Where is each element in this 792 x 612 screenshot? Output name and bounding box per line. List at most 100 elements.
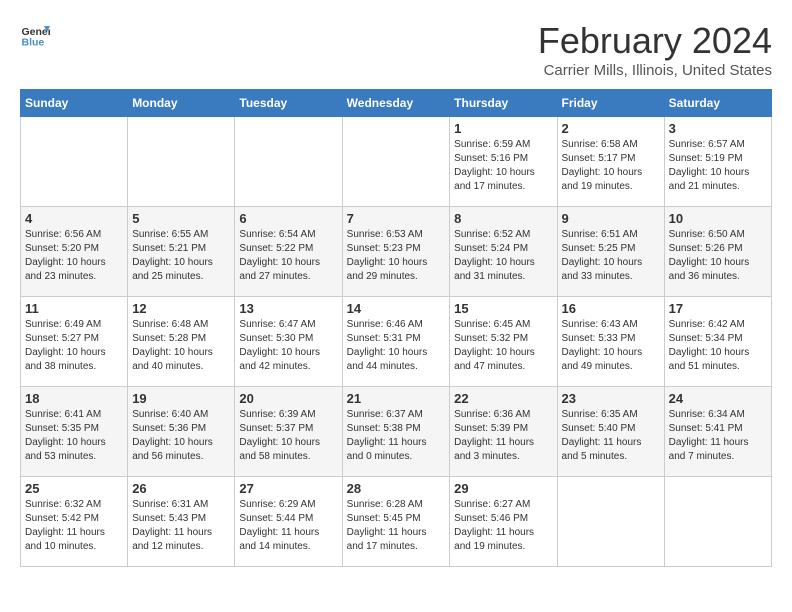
day-number: 6 (239, 211, 337, 226)
day-number: 9 (562, 211, 660, 226)
day-info: Sunrise: 6:52 AMSunset: 5:24 PMDaylight:… (454, 228, 552, 284)
day-number: 2 (562, 121, 660, 136)
day-info: Sunrise: 6:45 AMSunset: 5:32 PMDaylight:… (454, 318, 552, 374)
day-info: Sunrise: 6:50 AMSunset: 5:26 PMDaylight:… (669, 228, 767, 284)
day-number: 27 (239, 481, 337, 496)
day-number: 28 (347, 481, 446, 496)
day-number: 25 (25, 481, 123, 496)
day-info: Sunrise: 6:27 AMSunset: 5:46 PMDaylight:… (454, 498, 552, 554)
calendar-week-row: 25Sunrise: 6:32 AMSunset: 5:42 PMDayligh… (21, 477, 772, 567)
day-number: 4 (25, 211, 123, 226)
weekday-header: Sunday (21, 90, 128, 117)
calendar-cell: 21 Sunrise: 6:37 AMSunset: 5:38 PMDayligh… (342, 387, 450, 477)
day-number: 24 (669, 391, 767, 406)
day-number: 8 (454, 211, 552, 226)
day-info: Sunrise: 6:59 AMSunset: 5:16 PMDaylight:… (454, 138, 552, 194)
day-info: Sunrise: 6:43 AMSunset: 5:33 PMDaylight:… (562, 318, 660, 374)
day-number: 20 (239, 391, 337, 406)
calendar-cell: 8 Sunrise: 6:52 AMSunset: 5:24 PMDaylight… (450, 207, 557, 297)
day-number: 22 (454, 391, 552, 406)
weekday-header: Friday (557, 90, 664, 117)
calendar-cell (235, 117, 342, 207)
day-number: 15 (454, 301, 552, 316)
calendar-cell: 13 Sunrise: 6:47 AMSunset: 5:30 PMDayligh… (235, 297, 342, 387)
calendar-cell: 24 Sunrise: 6:34 AMSunset: 5:41 PMDayligh… (664, 387, 771, 477)
calendar-cell: 14 Sunrise: 6:46 AMSunset: 5:31 PMDayligh… (342, 297, 450, 387)
day-number: 23 (562, 391, 660, 406)
day-info: Sunrise: 6:29 AMSunset: 5:44 PMDaylight:… (239, 498, 337, 554)
logo: General Blue (20, 20, 50, 50)
calendar-cell: 20 Sunrise: 6:39 AMSunset: 5:37 PMDayligh… (235, 387, 342, 477)
calendar-cell: 7 Sunrise: 6:53 AMSunset: 5:23 PMDaylight… (342, 207, 450, 297)
day-info: Sunrise: 6:57 AMSunset: 5:19 PMDaylight:… (669, 138, 767, 194)
day-info: Sunrise: 6:46 AMSunset: 5:31 PMDaylight:… (347, 318, 446, 374)
day-info: Sunrise: 6:31 AMSunset: 5:43 PMDaylight:… (132, 498, 230, 554)
logo-icon: General Blue (20, 20, 50, 50)
calendar-week-row: 4 Sunrise: 6:56 AMSunset: 5:20 PMDaylight… (21, 207, 772, 297)
day-number: 10 (669, 211, 767, 226)
day-info: Sunrise: 6:55 AMSunset: 5:21 PMDaylight:… (132, 228, 230, 284)
day-info: Sunrise: 6:47 AMSunset: 5:30 PMDaylight:… (239, 318, 337, 374)
calendar-table: SundayMondayTuesdayWednesdayThursdayFrid… (20, 89, 772, 567)
day-number: 16 (562, 301, 660, 316)
calendar-cell: 5 Sunrise: 6:55 AMSunset: 5:21 PMDaylight… (128, 207, 235, 297)
calendar-cell: 16 Sunrise: 6:43 AMSunset: 5:33 PMDayligh… (557, 297, 664, 387)
title-section: February 2024 Carrier Mills, Illinois, U… (538, 20, 772, 79)
day-number: 13 (239, 301, 337, 316)
day-info: Sunrise: 6:49 AMSunset: 5:27 PMDaylight:… (25, 318, 123, 374)
calendar-cell: 6 Sunrise: 6:54 AMSunset: 5:22 PMDaylight… (235, 207, 342, 297)
calendar-week-row: 18 Sunrise: 6:41 AMSunset: 5:35 PMDayligh… (21, 387, 772, 477)
day-info: Sunrise: 6:40 AMSunset: 5:36 PMDaylight:… (132, 408, 230, 464)
day-info: Sunrise: 6:36 AMSunset: 5:39 PMDaylight:… (454, 408, 552, 464)
day-info: Sunrise: 6:54 AMSunset: 5:22 PMDaylight:… (239, 228, 337, 284)
calendar-cell: 19 Sunrise: 6:40 AMSunset: 5:36 PMDayligh… (128, 387, 235, 477)
day-info: Sunrise: 6:28 AMSunset: 5:45 PMDaylight:… (347, 498, 446, 554)
calendar-cell: 10 Sunrise: 6:50 AMSunset: 5:26 PMDayligh… (664, 207, 771, 297)
weekday-header-row: SundayMondayTuesdayWednesdayThursdayFrid… (21, 90, 772, 117)
day-number: 21 (347, 391, 446, 406)
day-info: Sunrise: 6:39 AMSunset: 5:37 PMDaylight:… (239, 408, 337, 464)
day-info: Sunrise: 6:58 AMSunset: 5:17 PMDaylight:… (562, 138, 660, 194)
day-info: Sunrise: 6:56 AMSunset: 5:20 PMDaylight:… (25, 228, 123, 284)
day-info: Sunrise: 6:48 AMSunset: 5:28 PMDaylight:… (132, 318, 230, 374)
day-info: Sunrise: 6:37 AMSunset: 5:38 PMDaylight:… (347, 408, 446, 464)
calendar-cell: 1 Sunrise: 6:59 AMSunset: 5:16 PMDaylight… (450, 117, 557, 207)
weekday-header: Monday (128, 90, 235, 117)
calendar-cell: 23 Sunrise: 6:35 AMSunset: 5:40 PMDayligh… (557, 387, 664, 477)
day-info: Sunrise: 6:35 AMSunset: 5:40 PMDaylight:… (562, 408, 660, 464)
calendar-cell (557, 477, 664, 567)
calendar-cell: 3 Sunrise: 6:57 AMSunset: 5:19 PMDaylight… (664, 117, 771, 207)
svg-text:Blue: Blue (22, 37, 45, 49)
day-number: 14 (347, 301, 446, 316)
day-number: 7 (347, 211, 446, 226)
day-number: 17 (669, 301, 767, 316)
day-number: 1 (454, 121, 552, 136)
day-number: 18 (25, 391, 123, 406)
calendar-cell: 22 Sunrise: 6:36 AMSunset: 5:39 PMDayligh… (450, 387, 557, 477)
day-number: 19 (132, 391, 230, 406)
day-info: Sunrise: 6:53 AMSunset: 5:23 PMDaylight:… (347, 228, 446, 284)
day-info: Sunrise: 6:34 AMSunset: 5:41 PMDaylight:… (669, 408, 767, 464)
day-info: Sunrise: 6:51 AMSunset: 5:25 PMDaylight:… (562, 228, 660, 284)
day-info: Sunrise: 6:42 AMSunset: 5:34 PMDaylight:… (669, 318, 767, 374)
calendar-cell (128, 117, 235, 207)
calendar-cell: 17 Sunrise: 6:42 AMSunset: 5:34 PMDayligh… (664, 297, 771, 387)
calendar-cell: 28 Sunrise: 6:28 AMSunset: 5:45 PMDayligh… (342, 477, 450, 567)
calendar-week-row: 11Sunrise: 6:49 AMSunset: 5:27 PMDayligh… (21, 297, 772, 387)
calendar-cell: 26 Sunrise: 6:31 AMSunset: 5:43 PMDayligh… (128, 477, 235, 567)
main-title: February 2024 (538, 20, 772, 62)
weekday-header: Tuesday (235, 90, 342, 117)
calendar-cell: 4 Sunrise: 6:56 AMSunset: 5:20 PMDaylight… (21, 207, 128, 297)
day-number: 26 (132, 481, 230, 496)
weekday-header: Thursday (450, 90, 557, 117)
day-number: 5 (132, 211, 230, 226)
day-number: 12 (132, 301, 230, 316)
calendar-cell: 11Sunrise: 6:49 AMSunset: 5:27 PMDayligh… (21, 297, 128, 387)
day-number: 3 (669, 121, 767, 136)
calendar-cell: 9 Sunrise: 6:51 AMSunset: 5:25 PMDaylight… (557, 207, 664, 297)
calendar-cell: 18 Sunrise: 6:41 AMSunset: 5:35 PMDayligh… (21, 387, 128, 477)
calendar-cell: 27 Sunrise: 6:29 AMSunset: 5:44 PMDayligh… (235, 477, 342, 567)
calendar-cell (664, 477, 771, 567)
day-info: Sunrise: 6:41 AMSunset: 5:35 PMDaylight:… (25, 408, 123, 464)
calendar-cell: 2 Sunrise: 6:58 AMSunset: 5:17 PMDaylight… (557, 117, 664, 207)
